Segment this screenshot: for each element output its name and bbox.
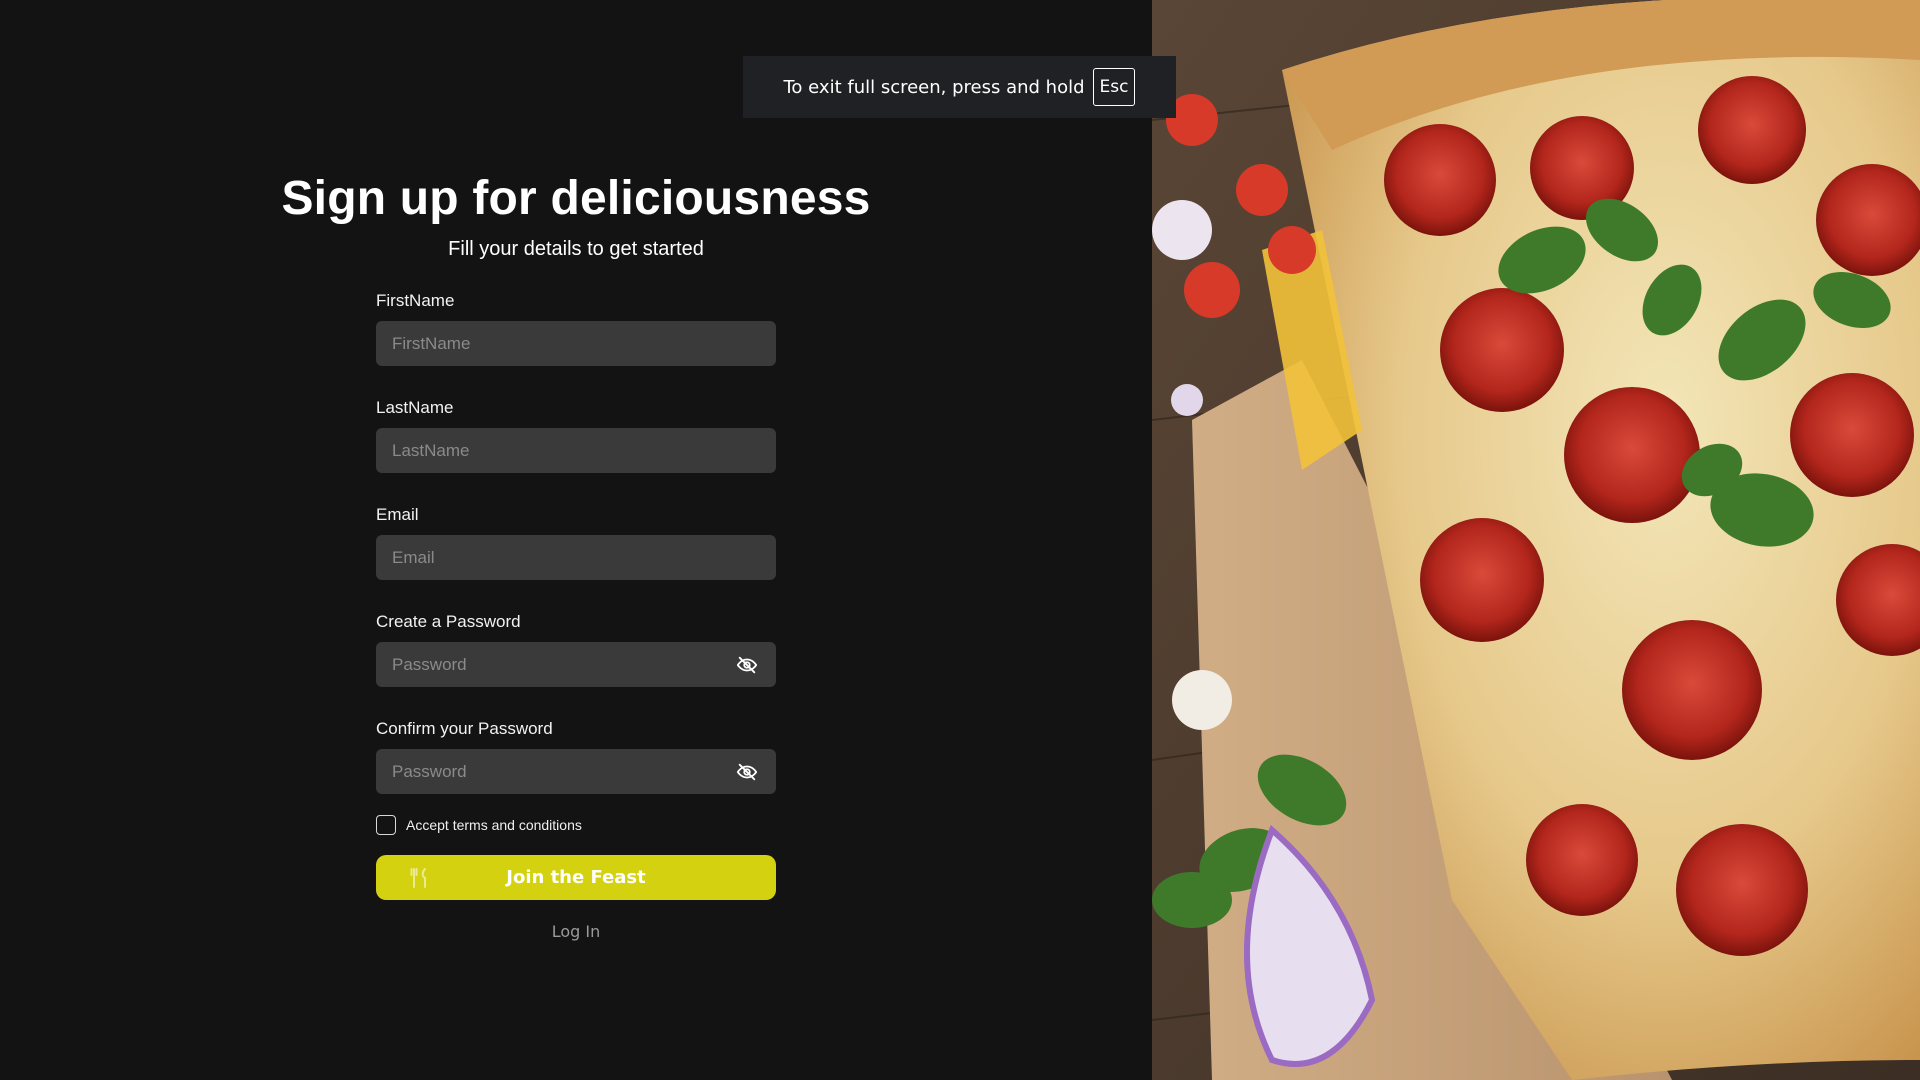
page-subtitle: Fill your details to get started <box>448 238 704 260</box>
terms-label: Accept terms and conditions <box>406 817 582 833</box>
firstname-input-wrap <box>376 321 776 366</box>
email-input[interactable] <box>376 535 776 580</box>
lastname-label: LastName <box>376 398 454 417</box>
password-input-wrap <box>376 642 776 687</box>
eye-off-icon[interactable] <box>736 761 758 783</box>
login-link[interactable]: Log In <box>376 922 776 941</box>
utensils-icon <box>410 867 430 889</box>
email-input-wrap <box>376 535 776 580</box>
password-label: Create a Password <box>376 612 521 631</box>
firstname-input[interactable] <box>376 321 776 366</box>
eye-off-icon[interactable] <box>736 654 758 676</box>
signup-panel: Sign up for deliciousness Fill your deta… <box>0 0 1152 1080</box>
terms-checkbox[interactable] <box>376 815 396 835</box>
pizza-illustration <box>1152 0 1920 1080</box>
confirm-password-label: Confirm your Password <box>376 719 553 738</box>
lastname-input-wrap <box>376 428 776 473</box>
email-label: Email <box>376 505 419 524</box>
firstname-field-group: FirstName <box>376 290 776 366</box>
signup-form: FirstName LastName Email Create a Passwo… <box>376 290 776 941</box>
email-field-group: Email <box>376 504 776 580</box>
fullscreen-notice-text: To exit full screen, press and hold <box>783 76 1085 98</box>
terms-row: Accept terms and conditions <box>376 814 776 836</box>
confirm-password-input[interactable] <box>376 749 776 794</box>
join-the-feast-button[interactable]: Join the Feast <box>376 855 776 900</box>
password-input[interactable] <box>376 642 776 687</box>
join-the-feast-label: Join the Feast <box>506 867 646 888</box>
confirm-password-input-wrap <box>376 749 776 794</box>
confirm-password-field-group: Confirm your Password <box>376 718 776 794</box>
lastname-input[interactable] <box>376 428 776 473</box>
page-title: Sign up for deliciousness <box>281 172 871 225</box>
esc-key-badge: Esc <box>1092 68 1136 106</box>
password-field-group: Create a Password <box>376 611 776 687</box>
lastname-field-group: LastName <box>376 397 776 473</box>
pizza-image <box>1152 0 1920 1080</box>
firstname-label: FirstName <box>376 291 455 310</box>
fullscreen-notice: To exit full screen, press and hold Esc <box>743 56 1176 118</box>
